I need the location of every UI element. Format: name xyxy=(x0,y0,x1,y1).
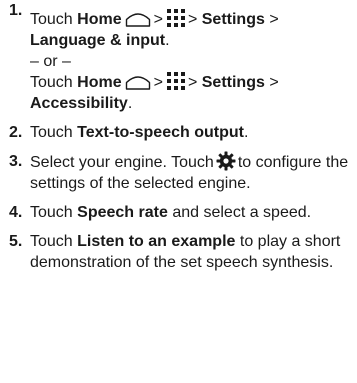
separator: > xyxy=(187,11,198,28)
home-icon xyxy=(125,13,150,27)
home-label: Home xyxy=(77,11,122,28)
touch-word: Touch xyxy=(30,233,73,250)
step-number: 4. xyxy=(9,204,23,221)
touch-word: Touch xyxy=(30,74,73,91)
step-text: Touch Text-to-speech output. xyxy=(30,122,353,143)
touch-word: Touch xyxy=(30,11,73,28)
step-alt-text: Touch Home > > Settings > Accessibility. xyxy=(30,72,353,114)
step-text-a: Select your engine. Touch xyxy=(30,154,214,171)
step-text: Touch Speech rate and select a speed. xyxy=(30,202,353,223)
step-5: 5. Touch Listen to an example to play a … xyxy=(0,231,357,273)
step-number: 5. xyxy=(9,233,23,250)
step-rest: and select a speed. xyxy=(172,204,312,221)
period: . xyxy=(127,95,133,112)
home-icon xyxy=(125,76,150,90)
step-number: 3. xyxy=(9,153,23,170)
speech-rate-label: Speech rate xyxy=(77,204,168,221)
instructions-document: 1. Touch Home > > Settings > Language & inp… xyxy=(0,0,357,273)
step-4: 4. Touch Speech rate and select a speed. xyxy=(0,202,357,223)
separator: > xyxy=(269,74,279,91)
step-1: 1. Touch Home > > Settings > Language & inp… xyxy=(0,0,357,114)
accessibility-label: Accessibility xyxy=(30,95,128,112)
touch-word: Touch xyxy=(30,124,73,141)
home-label: Home xyxy=(77,74,122,91)
separator: > xyxy=(153,11,163,28)
apps-grid-icon xyxy=(166,72,185,90)
period: . xyxy=(243,124,249,141)
period: . xyxy=(165,32,170,49)
step-number: 1. xyxy=(9,2,23,19)
step-text: Select your engine. Touch to configure th… xyxy=(30,151,353,194)
settings-label: Settings xyxy=(201,74,265,91)
step-text: Touch Home > > Settings > Language & input. xyxy=(30,9,353,51)
language-input-label: Language & input xyxy=(30,32,166,49)
step-text: Touch Listen to an example to play a sho… xyxy=(30,231,353,273)
or-separator: – or – xyxy=(30,53,71,70)
apps-grid-icon xyxy=(166,9,185,27)
separator: > xyxy=(187,74,198,91)
separator: > xyxy=(269,11,279,28)
touch-word: Touch xyxy=(30,204,73,221)
tts-output-label: Text-to-speech output xyxy=(77,124,244,141)
settings-label: Settings xyxy=(201,11,265,28)
step-number: 2. xyxy=(9,124,23,141)
separator: > xyxy=(153,74,163,91)
step-3: 3. Select your engine. Touch to configure… xyxy=(0,151,357,194)
listen-example-label: Listen to an example xyxy=(77,233,236,250)
step-2: 2. Touch Text-to-speech output. xyxy=(0,122,357,143)
gear-icon xyxy=(216,151,236,171)
